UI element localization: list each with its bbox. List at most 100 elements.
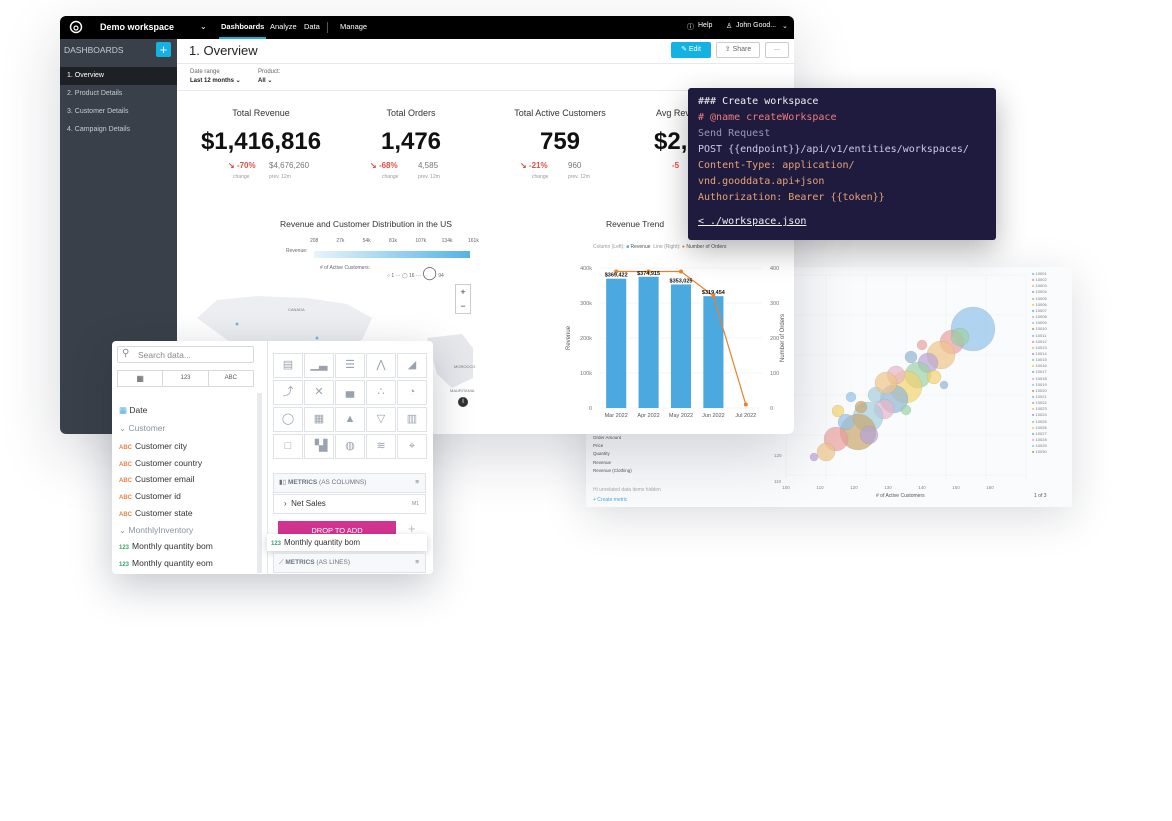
vis-table-icon[interactable]: ▤	[273, 353, 303, 378]
nav-dashboards[interactable]: Dashboards	[221, 22, 264, 31]
bubble-legend-item[interactable]: ■ 10015	[1032, 357, 1047, 362]
vis-combo-icon[interactable]: ⤴	[273, 380, 303, 405]
bubble-legend-item[interactable]: ■ 10005	[1032, 296, 1047, 301]
more-button[interactable]: ...	[765, 42, 789, 58]
net-sales-metric[interactable]: › Net Sales M1	[273, 494, 426, 514]
catalog-fact[interactable]: 123 Monthly quantity bom	[119, 541, 213, 551]
vis-bar-icon[interactable]: ☰	[335, 353, 365, 378]
vis-donut-icon[interactable]: ◯	[273, 407, 303, 432]
user-chevron-icon[interactable]: ⌄	[782, 22, 788, 30]
date-item[interactable]: ▦ Date	[119, 405, 147, 416]
vis-pyramid-icon[interactable]: ▲	[335, 407, 365, 432]
bubble-legend-item[interactable]: ■ 10012	[1032, 339, 1047, 344]
vis-treemap-icon[interactable]: ▦	[304, 407, 334, 432]
bubble-legend-item[interactable]: ■ 10003	[1032, 283, 1047, 288]
sidebar-item-campaign-details[interactable]: 4. Campaign Details	[60, 121, 177, 139]
bubble-field-item[interactable]: Price	[593, 443, 603, 448]
vis-dot-icon[interactable]: ∴	[366, 380, 396, 405]
bubble-legend-item[interactable]: ■ 10013	[1032, 345, 1047, 350]
nav-manage[interactable]: Manage	[340, 22, 367, 31]
catalog-attribute[interactable]: ABC Customer city	[119, 441, 187, 451]
user-icon[interactable]: ♙	[726, 22, 732, 30]
bubble-pager[interactable]: 1 of 3	[1034, 493, 1047, 499]
map-info-icon[interactable]: i	[458, 397, 468, 407]
bubble-legend-item[interactable]: ■ 10014	[1032, 351, 1047, 356]
filter-numbers[interactable]: 123	[163, 371, 209, 386]
vis-funnel-icon[interactable]: ▽	[366, 407, 396, 432]
catalog-attribute[interactable]: ABC Customer state	[119, 508, 193, 518]
bubble-legend-item[interactable]: ■ 10022	[1032, 400, 1047, 405]
filter-all-icon[interactable]: ▦	[118, 371, 164, 386]
bubble-legend-item[interactable]: ■ 10011	[1032, 333, 1046, 338]
bubble-legend-item[interactable]: ■ 10019	[1032, 382, 1047, 387]
bubble-legend-item[interactable]: ■ 10009	[1032, 320, 1047, 325]
filter-text[interactable]: ABC	[209, 371, 253, 386]
bubble-field-item[interactable]: Order Amount	[593, 435, 621, 440]
sidebar-item-overview[interactable]: 1. Overview	[60, 67, 177, 85]
group-customer[interactable]: ⌄ Customer	[119, 423, 165, 434]
vis-headline-icon[interactable]: □	[273, 434, 303, 459]
bubble-legend-item[interactable]: ■ 10008	[1032, 314, 1047, 319]
vis-bullet-icon[interactable]: ▝▟	[304, 434, 334, 459]
edit-button[interactable]: ✎ Edit	[671, 42, 711, 58]
help-icon[interactable]: ⓘ	[687, 22, 694, 32]
vis-bubble-icon[interactable]: ▗▖	[335, 380, 365, 405]
zoom-out-button[interactable]: −	[456, 299, 470, 313]
bubble-legend-item[interactable]: ■ 10021	[1032, 394, 1047, 399]
vis-geo-icon[interactable]: ◍	[335, 434, 365, 459]
search-box[interactable]: ⚲ Search data...	[117, 346, 254, 363]
menu-icon[interactable]: ≡	[415, 474, 419, 492]
bubble-field-item[interactable]: Revenue (Clothing)	[593, 468, 632, 473]
catalog-attribute[interactable]: ABC Customer country	[119, 458, 202, 468]
catalog-attribute[interactable]: ABC Customer email	[119, 474, 195, 484]
bubble-legend-item[interactable]: ■ 10006	[1032, 302, 1047, 307]
filter-date-value[interactable]: Last 12 months ⌄	[190, 77, 241, 84]
group-monthly-inventory[interactable]: ⌄ MonthlyInventory	[119, 525, 193, 536]
search-input[interactable]: Search data...	[138, 350, 191, 360]
bubble-legend-item[interactable]: ■ 10024	[1032, 412, 1047, 417]
workspace-name[interactable]: Demo workspace	[100, 22, 174, 32]
bubble-legend-item[interactable]: ■ 10001	[1032, 271, 1047, 276]
vis-heatmap-icon[interactable]: ▥	[397, 407, 427, 432]
code-line-3[interactable]: Send Request	[698, 128, 770, 139]
bubble-legend-item[interactable]: ■ 10010	[1032, 326, 1047, 331]
add-dashboard-button[interactable]: +	[156, 42, 171, 57]
dragged-item[interactable]: 123 Monthly quantity bom	[267, 534, 427, 551]
vis-pie-icon[interactable]: ◔	[397, 380, 427, 405]
sidebar-item-customer-details[interactable]: 3. Customer Details	[60, 103, 177, 121]
catalog-scrollbar[interactable]	[257, 393, 262, 573]
bubble-legend-item[interactable]: ■ 10002	[1032, 277, 1047, 282]
create-metric-link[interactable]: + Create metric	[593, 497, 627, 503]
share-button[interactable]: ⇪ Share	[716, 42, 760, 58]
code-line-9[interactable]: < ./workspace.json	[698, 216, 806, 227]
bubble-legend-item[interactable]: ■ 10020	[1032, 388, 1047, 393]
bubble-legend-item[interactable]: ■ 10029	[1032, 443, 1047, 448]
vis-area-icon[interactable]: ◢	[397, 353, 427, 378]
filter-product-value[interactable]: All ⌄	[258, 77, 272, 84]
catalog-attribute[interactable]: ABC Customer id	[119, 491, 181, 501]
zoom-in-button[interactable]: +	[456, 285, 470, 299]
bubble-legend-item[interactable]: ■ 10027	[1032, 431, 1047, 436]
bubble-legend-item[interactable]: ■ 10004	[1032, 289, 1047, 294]
vis-pushpin-icon[interactable]: ⌖	[397, 434, 427, 459]
bubble-legend-item[interactable]: ■ 10007	[1032, 308, 1047, 313]
vis-sankey-icon[interactable]: ≋	[366, 434, 396, 459]
bubble-legend-item[interactable]: ■ 10028	[1032, 437, 1047, 442]
catalog-fact[interactable]: 123 Monthly quantity eom	[119, 558, 213, 568]
bubble-legend-item[interactable]: ■ 10030	[1032, 449, 1047, 454]
menu-icon[interactable]: ≡	[415, 554, 419, 572]
workspace-chevron-icon[interactable]: ⌄	[200, 22, 207, 31]
nav-analyze[interactable]: Analyze	[270, 22, 297, 31]
gooddata-logo-icon[interactable]	[69, 20, 83, 34]
vis-column-icon[interactable]: ▁▃	[304, 353, 334, 378]
vis-scatter-icon[interactable]: ✕	[304, 380, 334, 405]
bubble-field-item[interactable]: Quantity	[593, 451, 610, 456]
sidebar-item-product-details[interactable]: 2. Product Details	[60, 85, 177, 103]
bubble-legend-item[interactable]: ■ 10016	[1032, 363, 1047, 368]
vis-line-icon[interactable]: ⋀	[366, 353, 396, 378]
nav-data[interactable]: Data	[304, 22, 320, 31]
help-link[interactable]: Help	[698, 22, 712, 29]
bubble-legend-item[interactable]: ■ 10023	[1032, 406, 1047, 411]
bubble-legend-item[interactable]: ■ 10025	[1032, 419, 1047, 424]
bubble-legend-item[interactable]: ■ 10018	[1032, 376, 1047, 381]
